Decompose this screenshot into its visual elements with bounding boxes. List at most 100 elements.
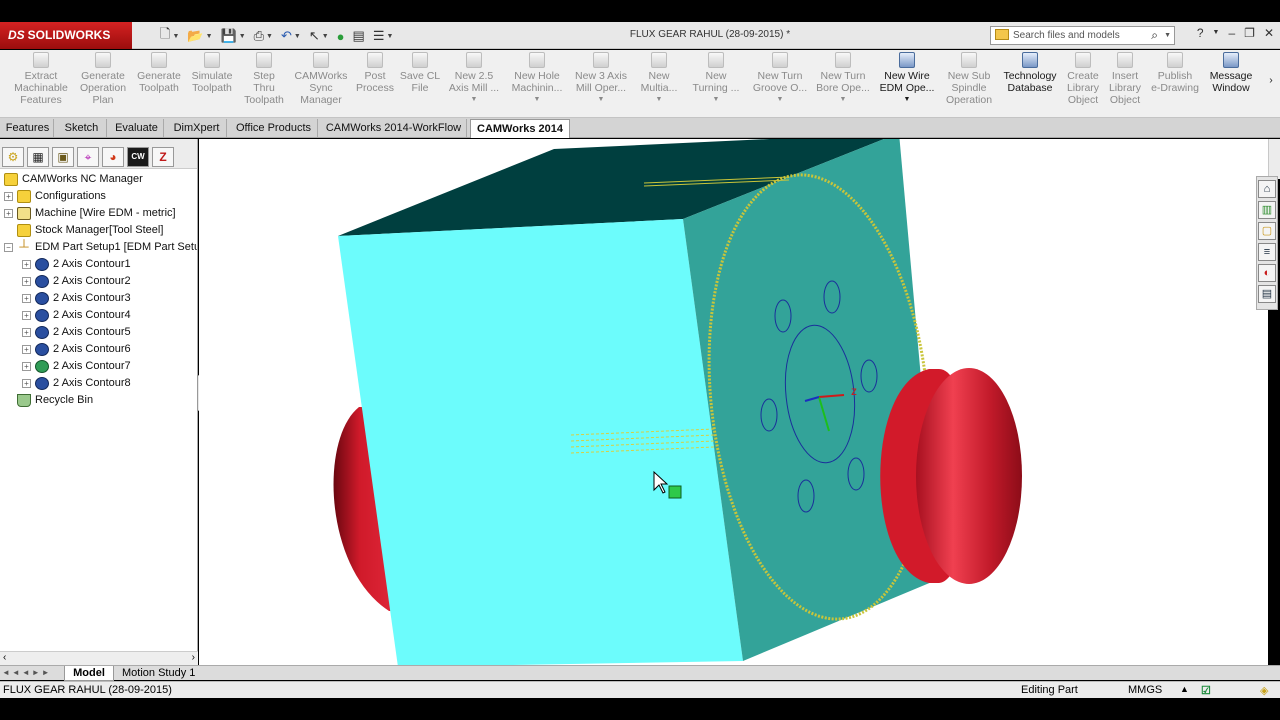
units-dropdown-icon[interactable]: ▲ xyxy=(1180,684,1189,694)
tree-item-machine[interactable]: + Machine [Wire EDM - metric] xyxy=(4,205,176,221)
camworks-operation-tree-tab-icon[interactable]: Z xyxy=(152,147,174,167)
open-folder-icon[interactable]: 📂 xyxy=(187,28,203,44)
expand-icon[interactable]: + xyxy=(22,361,31,371)
camworks-feature-tree-tab-icon[interactable]: CW xyxy=(127,147,149,167)
help-icon[interactable]: ? xyxy=(1197,26,1204,40)
tab-camworks-2014[interactable]: CAMWorks 2014 xyxy=(470,119,570,138)
select-dropdown-icon[interactable]: ▼ xyxy=(322,33,329,40)
new-3-axis-mill-button[interactable]: New 3 Axis Mill Oper... ▼ xyxy=(570,52,632,106)
tree-root-camworks-nc-manager[interactable]: CAMWorks NC Manager xyxy=(4,171,143,187)
file-explorer-icon[interactable]: ▢ xyxy=(1258,222,1276,240)
expand-icon[interactable]: + xyxy=(22,276,31,286)
options-icon[interactable]: ☰ xyxy=(373,28,385,44)
expand-icon[interactable]: + xyxy=(22,310,31,320)
new-document-icon[interactable]: 🗋 xyxy=(160,25,170,47)
solidworks-logo[interactable]: DS SOLIDWORKS xyxy=(0,22,132,49)
new-2-5-axis-mill-button[interactable]: New 2.5 Axis Mill ... ▼ xyxy=(446,52,502,106)
open-dropdown-icon[interactable]: ▼ xyxy=(206,33,213,40)
dropdown-arrow-icon[interactable]: ▼ xyxy=(636,94,682,106)
expand-icon[interactable]: + xyxy=(22,344,31,354)
notification-icon[interactable]: ◈ xyxy=(1260,684,1268,697)
tree-item-operation[interactable]: +2 Axis Contour8 xyxy=(22,375,131,391)
dropdown-arrow-icon[interactable]: ▼ xyxy=(508,94,566,106)
post-process-button[interactable]: Post Process xyxy=(354,52,396,94)
new-multiaxis-button[interactable]: New Multia... ▼ xyxy=(636,52,682,106)
viewport-vertical-scrollbar[interactable] xyxy=(1268,139,1280,179)
insert-library-object-button[interactable]: Insert Library Object xyxy=(1105,52,1145,106)
technology-database-button[interactable]: Technology Database xyxy=(1000,52,1060,94)
simulate-toolpath-button[interactable]: Simulate Toolpath xyxy=(186,52,238,94)
tab-sketch[interactable]: Sketch xyxy=(57,119,107,137)
tab-model[interactable]: Model xyxy=(64,666,114,681)
generate-operation-plan-button[interactable]: Generate Operation Plan xyxy=(75,52,131,106)
save-cl-file-button[interactable]: Save CL File xyxy=(398,52,442,94)
appearances-icon[interactable]: ◐ xyxy=(1258,264,1276,282)
more-commands-icon[interactable]: › xyxy=(1264,74,1278,86)
tree-item-stock-manager[interactable]: Stock Manager[Tool Steel] xyxy=(17,222,163,238)
print-icon[interactable]: ⎙ xyxy=(254,28,264,44)
message-window-button[interactable]: Message Window xyxy=(1205,52,1257,94)
restore-icon[interactable]: ❐ xyxy=(1244,26,1255,40)
dropdown-arrow-icon[interactable]: ▼ xyxy=(446,94,502,106)
search-dropdown-icon[interactable]: ▼ xyxy=(1164,27,1171,44)
extract-machinable-features-button[interactable]: Extract Machinable Features xyxy=(10,52,72,106)
tree-item-operation[interactable]: +2 Axis Contour2 xyxy=(22,273,131,289)
configuration-manager-tab-icon[interactable]: ▣ xyxy=(52,147,74,167)
tab-motion-study[interactable]: Motion Study 1 xyxy=(118,666,210,681)
undo-dropdown-icon[interactable]: ▼ xyxy=(294,33,301,40)
expand-icon[interactable]: + xyxy=(22,259,31,269)
tree-item-operation[interactable]: +2 Axis Contour1 xyxy=(22,256,131,272)
property-manager-tab-icon[interactable]: ▦ xyxy=(27,147,49,167)
collapse-icon[interactable]: − xyxy=(4,242,13,252)
tab-features[interactable]: Features xyxy=(2,119,54,137)
dropdown-arrow-icon[interactable]: ▼ xyxy=(688,94,744,106)
tree-item-operation[interactable]: +2 Axis Contour6 xyxy=(22,341,131,357)
scroll-right-icon[interactable]: › xyxy=(192,652,195,663)
file-properties-icon[interactable]: ▤ xyxy=(353,28,365,44)
feature-manager-tab-icon[interactable]: ⚙ xyxy=(2,147,24,167)
tree-item-configurations[interactable]: + Configurations xyxy=(4,188,106,204)
new-sub-spindle-button[interactable]: New Sub Spindle Operation xyxy=(940,52,998,106)
custom-properties-icon[interactable]: ▤ xyxy=(1258,285,1276,303)
generate-toolpath-button[interactable]: Generate Toolpath xyxy=(133,52,185,94)
tree-item-recycle-bin[interactable]: Recycle Bin xyxy=(17,392,93,408)
print-dropdown-icon[interactable]: ▼ xyxy=(266,33,273,40)
rebuild-status-icon[interactable]: ☑ xyxy=(1201,684,1211,697)
help-dropdown-icon[interactable]: ▼ xyxy=(1213,29,1220,40)
tree-item-operation[interactable]: +2 Axis Contour5 xyxy=(22,324,131,340)
undo-icon[interactable]: ↶ xyxy=(281,28,292,44)
right-cylinder-face[interactable] xyxy=(916,368,1022,584)
options-dropdown-icon[interactable]: ▼ xyxy=(386,33,393,40)
status-units[interactable]: MMGS xyxy=(1128,684,1162,696)
search-input[interactable]: Search files and models ⌕ ▼ xyxy=(990,26,1175,45)
dropdown-arrow-icon[interactable]: ▼ xyxy=(570,94,632,106)
expand-icon[interactable]: + xyxy=(22,293,31,303)
traffic-light-icon[interactable]: ● xyxy=(337,29,345,44)
create-library-object-button[interactable]: Create Library Object xyxy=(1063,52,1103,106)
new-hole-machining-button[interactable]: New Hole Machinin... ▼ xyxy=(508,52,566,106)
tree-item-edm-part-setup[interactable]: − ┴ EDM Part Setup1 [EDM Part Setu xyxy=(4,239,197,255)
step-thru-toolpath-button[interactable]: Step Thru Toolpath xyxy=(240,52,288,106)
dropdown-arrow-icon[interactable]: ▼ xyxy=(814,94,872,106)
camworks-sync-manager-button[interactable]: CAMWorks Sync Manager xyxy=(291,52,351,106)
design-library-icon[interactable]: ▥ xyxy=(1258,201,1276,219)
selection-handle[interactable] xyxy=(668,485,682,499)
dropdown-arrow-icon[interactable]: ▼ xyxy=(750,94,810,106)
new-turning-button[interactable]: New Turning ... ▼ xyxy=(688,52,744,106)
save-dropdown-icon[interactable]: ▼ xyxy=(239,33,246,40)
tree-item-operation[interactable]: +2 Axis Contour4 xyxy=(22,307,131,323)
minimize-icon[interactable]: ‒ xyxy=(1228,26,1235,40)
tab-dimxpert[interactable]: DimXpert xyxy=(167,119,227,137)
new-dropdown-icon[interactable]: ▼ xyxy=(172,33,179,40)
dimxpert-manager-tab-icon[interactable]: ⌖ xyxy=(77,147,99,167)
search-icon[interactable]: ⌕ xyxy=(1151,27,1158,44)
tree-item-operation[interactable]: +2 Axis Contour7 xyxy=(22,358,131,374)
tree-item-operation[interactable]: +2 Axis Contour3 xyxy=(22,290,131,306)
tab-evaluate[interactable]: Evaluate xyxy=(110,119,164,137)
tab-camworks-workflow[interactable]: CAMWorks 2014-WorkFlow xyxy=(321,119,467,137)
publish-edrawing-button[interactable]: Publish e-Drawing xyxy=(1148,52,1202,94)
expand-icon[interactable]: + xyxy=(22,378,31,388)
new-turn-groove-button[interactable]: New Turn Groove O... ▼ xyxy=(750,52,810,106)
save-icon[interactable]: 💾 xyxy=(221,28,237,44)
expand-icon[interactable]: + xyxy=(4,208,13,218)
